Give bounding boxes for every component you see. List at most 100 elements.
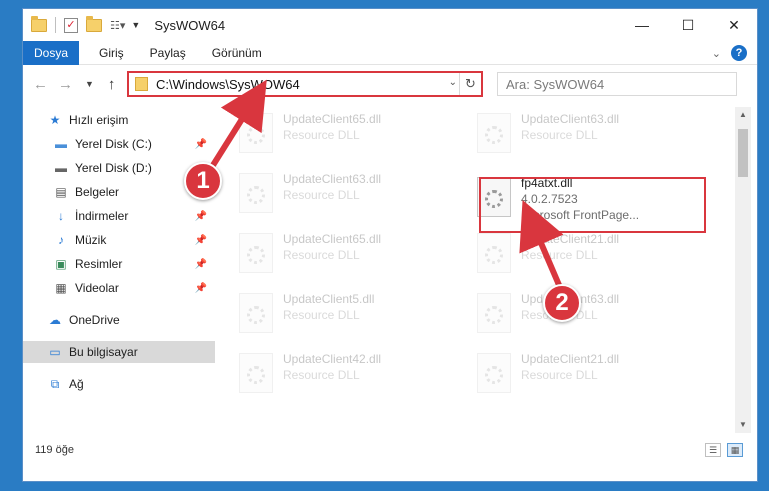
nav-pictures[interactable]: ▣ Resimler 📌 [23, 253, 215, 275]
dll-file-icon [239, 113, 273, 153]
tab-view[interactable]: Görünüm [206, 46, 268, 60]
pictures-icon: ▣ [55, 257, 67, 271]
file-description: Resource DLL [283, 188, 360, 202]
nav-network[interactable]: ⧉ Ağ [23, 373, 215, 395]
nav-label: Müzik [75, 233, 107, 247]
quick-access-dropdown-icon[interactable]: ▼ [131, 20, 140, 30]
nav-downloads[interactable]: ↓ İndirmeler 📌 [23, 205, 215, 227]
refresh-icon[interactable]: ↻ [459, 73, 481, 95]
cloud-icon: ☁ [49, 313, 61, 327]
file-item[interactable]: UpdateClient65.dll Resource DLL [229, 109, 459, 157]
star-icon: ★ [49, 113, 61, 127]
divider [55, 17, 56, 33]
search-input[interactable]: Ara: SysWOW64 [497, 72, 737, 96]
nav-quick-access[interactable]: ★ Hızlı erişim [23, 109, 215, 131]
scroll-down-icon[interactable]: ▼ [735, 417, 751, 433]
explorer-window: ✓ ☷▾ ▼ SysWOW64 — ☐ ✕ Dosya Giriş Paylaş… [22, 8, 758, 482]
file-description: Resource DLL [521, 368, 598, 382]
tab-share[interactable]: Paylaş [144, 46, 192, 60]
file-name: UpdateClient65.dll [283, 232, 382, 246]
folder-icon [31, 16, 47, 33]
dll-file-icon [477, 113, 511, 153]
folder-icon [135, 77, 148, 91]
dll-file-icon [477, 353, 511, 393]
up-icon[interactable]: ↑ [108, 76, 116, 93]
recent-locations-icon[interactable]: ▼ [85, 79, 94, 89]
file-list: UpdateClient65.dll Resource DLL UpdateCli… [219, 107, 735, 433]
download-icon: ↓ [58, 209, 64, 223]
ribbon-right: ⌄ ? [712, 45, 747, 61]
computer-icon: ▭ [49, 345, 61, 359]
window-controls: — ☐ ✕ [619, 9, 757, 41]
file-item[interactable]: UpdateClient63.dll Resource DLL [229, 169, 459, 217]
file-name: UpdateClient21.dll [521, 232, 620, 246]
address-row: ← → ▼ ↑ C:\Windows\SysWOW64 ⌄ ↻ Ara: Sys… [23, 70, 757, 98]
file-item[interactable]: UpdateClient21.dll Resource DLL [467, 229, 697, 277]
dll-file-icon [239, 173, 273, 213]
file-item[interactable]: UpdateClient63.dllResource DLL [467, 289, 697, 337]
nav-label: Videolar [75, 281, 119, 295]
tab-home[interactable]: Giriş [93, 46, 130, 60]
file-name: UpdateClient5.dll [283, 292, 375, 306]
file-item[interactable]: UpdateClient42.dll Resource DLL [229, 349, 459, 397]
minimize-button[interactable]: — [619, 9, 665, 41]
scroll-up-icon[interactable]: ▲ [735, 107, 751, 123]
pin-icon: 📌 [194, 258, 207, 270]
pin-icon: 📌 [194, 234, 207, 246]
title-bar: ✓ ☷▾ ▼ SysWOW64 — ☐ ✕ [23, 9, 757, 41]
file-description: Resource DLL [521, 248, 598, 262]
dll-file-icon [239, 353, 273, 393]
tiles-view-icon[interactable]: ▦ [727, 443, 743, 457]
status-bar: 119 öğe ☰ ▦ [23, 439, 757, 461]
help-icon[interactable]: ? [731, 45, 747, 61]
nav-music[interactable]: ♪ Müzik 📌 [23, 229, 215, 251]
details-view-icon[interactable]: ☰ [705, 443, 721, 457]
nav-this-pc[interactable]: ▭ Bu bilgisayar [23, 341, 215, 363]
nav-onedrive[interactable]: ☁ OneDrive [23, 309, 215, 331]
address-bar[interactable]: C:\Windows\SysWOW64 ⌄ ↻ [127, 71, 483, 97]
navigation-pane: ★ Hızlı erişim ▬ Yerel Disk (C:) 📌 ▬ Yer… [23, 107, 215, 447]
file-description: Resource DLL [283, 248, 360, 262]
vertical-scrollbar[interactable]: ▲ ▼ [735, 107, 751, 433]
expand-ribbon-icon[interactable]: ⌄ [712, 47, 721, 60]
view-options-icon[interactable]: ☷▾ [110, 19, 125, 32]
file-item[interactable]: UpdateClient21.dll Resource DLL [467, 349, 697, 397]
view-buttons: ☰ ▦ [705, 443, 743, 457]
file-name: UpdateClient65.dll [283, 112, 382, 126]
maximize-button[interactable]: ☐ [665, 9, 711, 41]
file-item[interactable]: UpdateClient5.dll Resource DLL [229, 289, 459, 337]
file-name: UpdateClient21.dll [521, 352, 620, 366]
videos-icon: ▦ [55, 281, 67, 295]
nav-label: İndirmeler [75, 209, 129, 223]
chevron-down-icon[interactable]: ⌄ [449, 77, 457, 88]
nav-videos[interactable]: ▦ Videolar 📌 [23, 277, 215, 299]
file-item[interactable]: UpdateClient65.dll Resource DLL [229, 229, 459, 277]
file-name: UpdateClient63.dll [283, 172, 382, 186]
new-folder-icon[interactable] [86, 16, 102, 33]
nav-label: Resimler [75, 257, 123, 271]
pin-icon: 📌 [194, 282, 207, 294]
file-description: Resource DLL [283, 128, 360, 142]
nav-label: Hızlı erişim [69, 113, 129, 127]
dll-file-icon [239, 233, 273, 273]
ribbon-tabs: Dosya Giriş Paylaş Görünüm ⌄ ? [23, 40, 757, 65]
dll-file-icon [239, 293, 273, 333]
nav-label: Belgeler [75, 185, 120, 199]
drive-icon: ▬ [55, 137, 67, 151]
forward-icon[interactable]: → [58, 76, 73, 93]
nav-label: Yerel Disk (C:) [75, 137, 152, 151]
documents-icon: ▤ [55, 185, 67, 199]
file-description: Resource DLL [283, 368, 360, 382]
back-icon[interactable]: ← [33, 76, 48, 93]
nav-drive-c[interactable]: ▬ Yerel Disk (C:) 📌 [23, 133, 215, 155]
file-item[interactable]: UpdateClient63.dllResource DLL [467, 109, 697, 157]
close-button[interactable]: ✕ [711, 9, 757, 41]
tab-file[interactable]: Dosya [23, 40, 79, 65]
file-highlight-box [479, 177, 706, 233]
nav-label: Yerel Disk (D:) [75, 161, 152, 175]
address-path[interactable]: C:\Windows\SysWOW64 [156, 77, 300, 92]
dll-file-icon [477, 233, 511, 273]
drive-icon: ▬ [55, 161, 67, 175]
scroll-thumb[interactable] [738, 129, 748, 177]
properties-icon[interactable]: ✓ [64, 17, 78, 33]
